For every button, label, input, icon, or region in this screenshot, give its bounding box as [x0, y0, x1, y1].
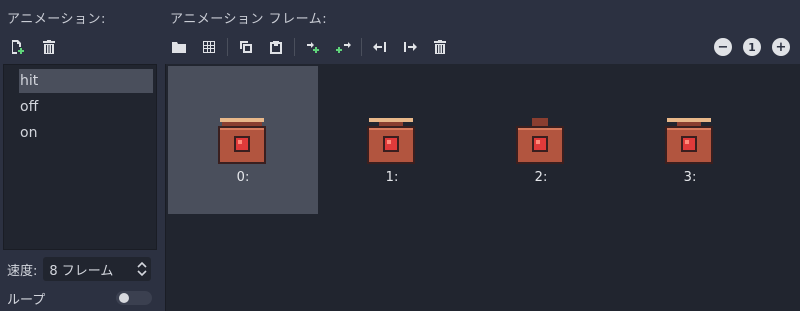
- frame-item-2[interactable]: 2:: [466, 66, 616, 214]
- spin-arrows-icon[interactable]: [135, 260, 149, 278]
- zoom-out-button[interactable]: −: [714, 38, 732, 56]
- toolbar-separator: [294, 38, 295, 56]
- animations-header: アニメーション:: [7, 12, 106, 27]
- animation-list: hit off on: [3, 64, 157, 250]
- copy-frame-button[interactable]: [235, 36, 257, 58]
- speed-value: 8 フレーム: [49, 263, 114, 279]
- load-folder-icon: [172, 42, 186, 53]
- button-sprite-icon: [218, 118, 266, 164]
- new-animation-button[interactable]: [6, 36, 28, 58]
- move-left-button[interactable]: [369, 36, 391, 58]
- load-frames-button[interactable]: [168, 36, 190, 58]
- button-sprite-icon: [665, 118, 713, 164]
- delete-animation-button[interactable]: [38, 36, 60, 58]
- frames-header: アニメーション フレーム:: [170, 12, 328, 27]
- insert-after-button[interactable]: [332, 36, 354, 58]
- loop-row: ループ: [7, 288, 152, 308]
- insert-after-icon: [336, 42, 351, 53]
- frame-item-1[interactable]: 1:: [317, 66, 467, 214]
- delete-icon: [434, 40, 446, 54]
- speed-label: 速度:: [7, 263, 38, 279]
- new-animation-icon: [12, 40, 24, 54]
- frame-item-0[interactable]: 0:: [168, 66, 318, 214]
- toolbar-separator: [361, 38, 362, 56]
- insert-before-button[interactable]: [302, 36, 324, 58]
- frame-label: 2:: [534, 170, 548, 185]
- frame-list: 0: 1: 2: 3:: [165, 64, 800, 311]
- paste-icon: [270, 41, 282, 54]
- frame-label: 1:: [385, 170, 399, 185]
- zoom-reset-button[interactable]: 1: [743, 38, 761, 56]
- zoom-controls: − 1 +: [714, 36, 790, 58]
- frame-label: 3:: [683, 170, 697, 185]
- loop-toggle[interactable]: [116, 291, 152, 305]
- zoom-in-button[interactable]: +: [772, 38, 790, 56]
- delete-frame-button[interactable]: [429, 36, 451, 58]
- copy-icon: [240, 41, 252, 53]
- animation-item-off[interactable]: off: [19, 95, 153, 119]
- frame-item-3[interactable]: 3:: [615, 66, 765, 214]
- frames-toolbar: [168, 36, 451, 58]
- toggle-knob: [119, 293, 129, 303]
- button-sprite-icon: [516, 118, 564, 164]
- move-left-icon: [373, 42, 386, 52]
- speed-spinbox[interactable]: 8 フレーム: [43, 257, 152, 281]
- move-right-button[interactable]: [399, 36, 421, 58]
- frame-label: 0:: [236, 170, 250, 185]
- loop-label: ループ: [7, 292, 46, 308]
- insert-before-icon: [307, 42, 319, 53]
- sprite-frames-editor: アニメーション: hit off on 速度: 8 フレーム ループ アニメーシ…: [0, 0, 800, 311]
- animations-toolbar: [6, 36, 60, 58]
- animations-panel: アニメーション: hit off on 速度: 8 フレーム ループ: [0, 0, 162, 311]
- toolbar-separator: [227, 38, 228, 56]
- delete-icon: [43, 40, 55, 54]
- animation-item-on[interactable]: on: [19, 121, 153, 145]
- animation-item-hit[interactable]: hit: [19, 69, 153, 93]
- button-sprite-icon: [367, 118, 415, 164]
- grid-icon: [203, 41, 215, 53]
- speed-row: 速度: 8 フレーム: [7, 256, 152, 282]
- load-spritesheet-button[interactable]: [198, 36, 220, 58]
- move-right-icon: [404, 42, 417, 52]
- paste-frame-button[interactable]: [265, 36, 287, 58]
